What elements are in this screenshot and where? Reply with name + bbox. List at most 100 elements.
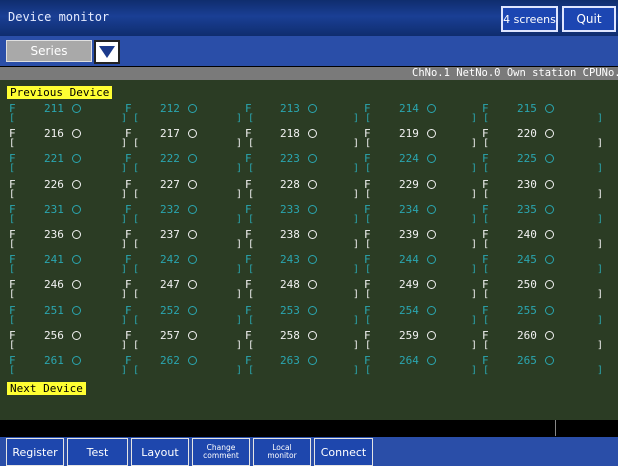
next-device-button[interactable]: Next Device xyxy=(7,382,86,395)
device-cell[interactable]: F 258 xyxy=(245,329,355,354)
device-cell[interactable]: F 249 xyxy=(364,278,474,303)
device-cell[interactable]: F 232 xyxy=(125,203,235,228)
device-cell[interactable]: F 239 xyxy=(364,228,474,253)
device-number: 231 xyxy=(44,203,64,216)
device-cell[interactable]: F 247 xyxy=(125,278,235,303)
quit-button[interactable]: Quit xyxy=(562,6,616,32)
device-cell[interactable]: F 262 xyxy=(125,354,235,379)
device-cell[interactable]: F 218 xyxy=(245,127,355,152)
device-cell[interactable]: F 243 xyxy=(245,253,355,278)
device-cell[interactable]: F 254 xyxy=(364,304,474,329)
bracket-marker: ] [ xyxy=(471,289,490,300)
bottom-button-2[interactable]: Layout xyxy=(131,438,189,466)
device-number: 243 xyxy=(280,253,300,266)
device-number: 235 xyxy=(517,203,537,216)
device-cell[interactable]: F 230 xyxy=(482,178,592,203)
device-cell[interactable]: F 242 xyxy=(125,253,235,278)
bracket-marker: ] [ xyxy=(353,289,372,300)
bracket-marker: [ xyxy=(9,189,16,200)
device-cell[interactable]: F 216 xyxy=(9,127,119,152)
bracket-marker: ] xyxy=(597,138,604,149)
device-cell[interactable]: F 213 xyxy=(245,102,355,127)
device-cell[interactable]: F 246 xyxy=(9,278,119,303)
bottom-button-label: Local monitor xyxy=(267,443,297,460)
previous-device-button[interactable]: Previous Device xyxy=(7,86,113,99)
device-cell[interactable]: F 220 xyxy=(482,127,592,152)
device-cell[interactable]: F 211 xyxy=(9,102,119,127)
device-cell[interactable]: F 227 xyxy=(125,178,235,203)
device-cell[interactable]: F 240 xyxy=(482,228,592,253)
device-cell[interactable]: F 251 xyxy=(9,304,119,329)
device-cell[interactable]: F 257 xyxy=(125,329,235,354)
device-number: 227 xyxy=(160,178,180,191)
series-dropdown-button[interactable] xyxy=(94,40,120,64)
status-circle-icon xyxy=(188,104,197,113)
bracket-marker: [ xyxy=(9,340,16,351)
device-cell[interactable]: F 217 xyxy=(125,127,235,152)
device-cell[interactable]: F 221 xyxy=(9,152,119,177)
device-cell[interactable]: F 226 xyxy=(9,178,119,203)
device-cell[interactable]: F 259 xyxy=(364,329,474,354)
device-cell[interactable]: F 233 xyxy=(245,203,355,228)
device-cell[interactable]: F 222 xyxy=(125,152,235,177)
status-circle-icon xyxy=(72,180,81,189)
status-circle-icon xyxy=(72,255,81,264)
status-circle-icon xyxy=(308,331,317,340)
bottom-button-4[interactable]: Local monitor xyxy=(253,438,311,466)
device-cell[interactable]: F 244 xyxy=(364,253,474,278)
bracket-marker: [ xyxy=(9,365,16,376)
device-cell[interactable]: F 225 xyxy=(482,152,592,177)
device-number: 250 xyxy=(517,278,537,291)
status-circle-icon xyxy=(188,154,197,163)
device-cell[interactable]: F 212 xyxy=(125,102,235,127)
device-number: 236 xyxy=(44,228,64,241)
device-cell[interactable]: F 237 xyxy=(125,228,235,253)
device-cell[interactable]: F 238 xyxy=(245,228,355,253)
device-cell[interactable]: F 224 xyxy=(364,152,474,177)
bottom-button-1[interactable]: Test xyxy=(67,438,128,466)
device-cell[interactable]: F 236 xyxy=(9,228,119,253)
device-cell[interactable]: F 255 xyxy=(482,304,592,329)
device-cell[interactable]: F 264 xyxy=(364,354,474,379)
bracket-marker: ] xyxy=(597,365,604,376)
device-cell[interactable]: F 250 xyxy=(482,278,592,303)
status-circle-icon xyxy=(308,230,317,239)
bracket-marker: [ xyxy=(9,239,16,250)
bottom-button-0[interactable]: Register xyxy=(6,438,64,466)
device-cell[interactable]: F 252 xyxy=(125,304,235,329)
bracket-marker: ] [ xyxy=(471,315,490,326)
bottom-button-5[interactable]: Connect xyxy=(314,438,373,466)
device-cell[interactable]: F 265 xyxy=(482,354,592,379)
status-circle-icon xyxy=(427,154,436,163)
bottom-button-3[interactable]: Change comment xyxy=(192,438,250,466)
device-number: 248 xyxy=(280,278,300,291)
device-cell[interactable]: F 253 xyxy=(245,304,355,329)
status-circle-icon xyxy=(308,104,317,113)
device-cell[interactable]: F 215 xyxy=(482,102,592,127)
series-button[interactable]: Series xyxy=(6,40,92,62)
device-cell[interactable]: F 231 xyxy=(9,203,119,228)
device-cell[interactable]: F 223 xyxy=(245,152,355,177)
device-cell[interactable]: F 263 xyxy=(245,354,355,379)
device-cell[interactable]: F 245 xyxy=(482,253,592,278)
device-cell[interactable]: F 235 xyxy=(482,203,592,228)
status-circle-icon xyxy=(188,205,197,214)
status-circle-icon xyxy=(545,154,554,163)
status-circle-icon xyxy=(545,205,554,214)
device-cell[interactable]: F 256 xyxy=(9,329,119,354)
status-circle-icon xyxy=(72,230,81,239)
device-cell[interactable]: F 214 xyxy=(364,102,474,127)
status-circle-icon xyxy=(72,205,81,214)
device-cell[interactable]: F 229 xyxy=(364,178,474,203)
device-cell[interactable]: F 228 xyxy=(245,178,355,203)
four-screens-button[interactable]: 4 screens xyxy=(501,6,558,32)
device-cell[interactable]: F 241 xyxy=(9,253,119,278)
bracket-marker: ] xyxy=(597,113,604,124)
device-cell[interactable]: F 219 xyxy=(364,127,474,152)
status-circle-icon xyxy=(72,280,81,289)
triangle-down-icon xyxy=(99,46,115,58)
device-cell[interactable]: F 261 xyxy=(9,354,119,379)
device-cell[interactable]: F 260 xyxy=(482,329,592,354)
device-cell[interactable]: F 234 xyxy=(364,203,474,228)
device-cell[interactable]: F 248 xyxy=(245,278,355,303)
